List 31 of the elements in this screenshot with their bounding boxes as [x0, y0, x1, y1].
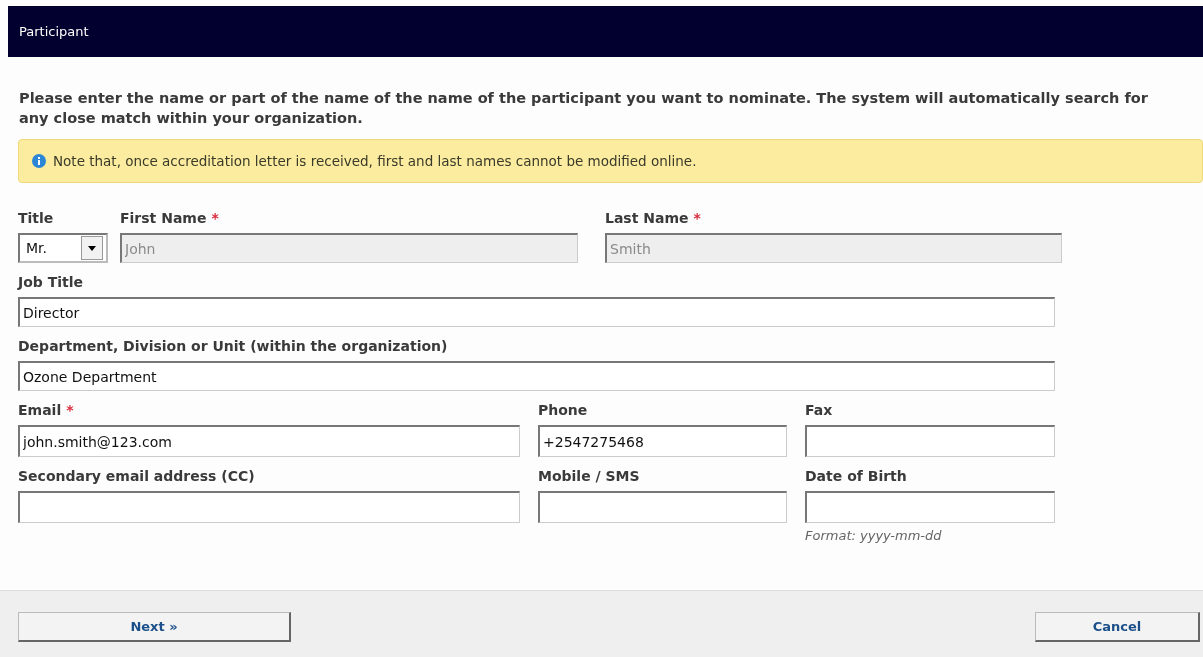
field-label: Date of Birth — [805, 468, 907, 484]
format-hint: Format: yyyy-mm-dd — [805, 528, 943, 543]
header-title: Participant — [19, 24, 89, 39]
field-label: Last Name — [605, 210, 689, 226]
required-asterisk: * — [211, 210, 219, 226]
input-field[interactable]: john.smith@123.com — [18, 425, 520, 457]
field-label: Email — [18, 402, 62, 418]
notice-text: Note that, once accreditation letter is received, first and last names cannot be modified online. — [53, 153, 697, 169]
field-label: Department, Division or Unit (within the organization) — [18, 338, 448, 354]
next-button[interactable]: Next » — [18, 612, 291, 642]
title-dropdown[interactable]: Mr. — [18, 233, 108, 263]
caret-icon — [81, 236, 103, 260]
field-label: Title — [18, 210, 54, 226]
info-icon — [32, 154, 46, 168]
input-field[interactable] — [805, 491, 1055, 523]
field-label: Phone — [538, 402, 588, 418]
input-field[interactable] — [18, 491, 520, 523]
field-label: Job Title — [18, 274, 84, 290]
field-label: First Name — [120, 210, 207, 226]
input-field[interactable]: Ozone Department — [18, 361, 1055, 391]
cancel-button[interactable]: Cancel — [1035, 612, 1200, 642]
required-asterisk: * — [66, 402, 74, 418]
input-field[interactable] — [805, 425, 1055, 457]
field-label: Mobile / SMS — [538, 468, 640, 484]
input-field[interactable] — [538, 491, 787, 523]
required-asterisk: * — [693, 210, 701, 226]
intro-text: Please enter the name or part of the name of the name of the participant you want to nominate. The system will automatically search for any close match within your organization. — [19, 89, 1149, 128]
input-field[interactable]: +2547275468 — [538, 425, 787, 457]
field-label: Fax — [805, 402, 833, 418]
input-field[interactable]: Director — [18, 297, 1055, 327]
field-label: Secondary email address (CC) — [18, 468, 255, 484]
